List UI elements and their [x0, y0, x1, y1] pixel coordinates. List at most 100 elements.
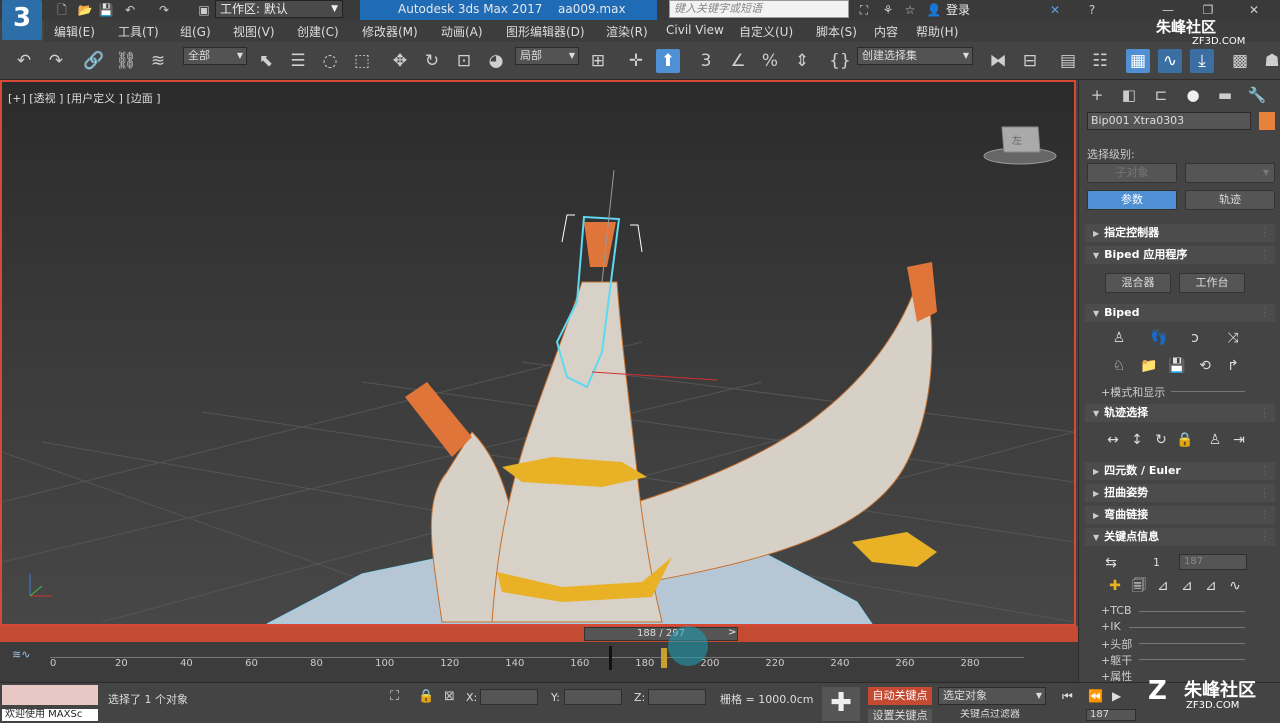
rollout-twist-poses[interactable]: ▶ 扭曲姿势 ⋮: [1085, 484, 1275, 502]
star-icon[interactable]: ☆: [902, 2, 918, 18]
save-file-icon[interactable]: 💾: [1167, 356, 1187, 376]
sub-object-dropdown[interactable]: ▼: [1185, 163, 1275, 183]
redo-icon[interactable]: ↷: [44, 49, 68, 73]
go-to-start-icon[interactable]: ⏮: [1062, 689, 1073, 704]
utilities-tab-icon[interactable]: 🔧: [1245, 84, 1269, 106]
undo-icon[interactable]: ↶: [122, 2, 138, 18]
auto-key-button[interactable]: 自动关键点: [868, 687, 932, 705]
body-label[interactable]: +躯干: [1101, 652, 1132, 668]
rollout-biped-apps[interactable]: ▼ Biped 应用程序 ⋮: [1085, 246, 1275, 264]
mixer-button[interactable]: 混合器: [1105, 273, 1171, 293]
help-icon[interactable]: ?: [1084, 2, 1100, 18]
modes-display-label[interactable]: +模式和显示: [1101, 384, 1165, 400]
z-coord-field[interactable]: [648, 689, 706, 705]
redo-icon[interactable]: ↷: [156, 2, 172, 18]
login-link[interactable]: 登录: [946, 1, 970, 18]
track-bar[interactable]: ≋∿ 0 20 40 60 80 100 120 140 160 180 200 220 240 260 2…: [0, 626, 1078, 682]
mirror-icon[interactable]: ⧓: [986, 49, 1010, 73]
binoculars-icon[interactable]: ⛶: [856, 2, 872, 18]
window-crossing-icon[interactable]: ⬚: [350, 49, 374, 73]
menu-content[interactable]: 内容: [874, 23, 898, 40]
params-button[interactable]: 参数: [1087, 190, 1177, 210]
rollout-quaternion-euler[interactable]: ▶ 四元数 / Euler ⋮: [1085, 462, 1275, 480]
workbench-button[interactable]: 工作台: [1179, 273, 1245, 293]
modify-tab-icon[interactable]: ◧: [1117, 84, 1141, 106]
bind-space-warp-icon[interactable]: ≋: [146, 49, 170, 73]
ribbon-toggle-icon[interactable]: ▦: [1126, 49, 1150, 73]
track-button[interactable]: 轨迹: [1185, 190, 1275, 210]
schematic-view-icon[interactable]: ⤓: [1190, 49, 1214, 73]
curve-editor-mini-icon[interactable]: ≋∿: [12, 648, 30, 661]
delete-key-icon[interactable]: 🗐: [1129, 576, 1149, 596]
save-icon[interactable]: 💾: [98, 2, 114, 18]
perspective-viewport[interactable]: [+] [透视 ] [用户定义 ] [边面 ] 左: [0, 80, 1076, 626]
exchange-icon[interactable]: ✕: [1047, 2, 1063, 18]
menu-views[interactable]: 视图(V): [233, 23, 275, 40]
key-frame-spinner[interactable]: 187: [1179, 554, 1247, 570]
biped-playback-icon[interactable]: ♘: [1109, 356, 1129, 376]
rollout-key-info[interactable]: ▼ 关键点信息 ⋮: [1085, 528, 1275, 546]
tcb-label[interactable]: +TCB: [1101, 604, 1132, 617]
rollout-track-selection[interactable]: ▼ 轨迹选择 ⋮: [1085, 404, 1275, 422]
center-column-mesh[interactable]: [491, 281, 663, 623]
app-logo[interactable]: 3: [2, 0, 42, 40]
next-frame-icon[interactable]: >: [728, 627, 736, 638]
menu-graph-editors[interactable]: 图形编辑器(D): [506, 23, 585, 40]
scale-icon[interactable]: ⊡: [452, 49, 476, 73]
rollout-bend-links[interactable]: ▶ 弯曲链接 ⋮: [1085, 506, 1275, 524]
create-tab-icon[interactable]: +: [1085, 84, 1109, 106]
opposite-icon[interactable]: ⇥: [1229, 430, 1249, 450]
body-horizontal-icon[interactable]: ↔: [1103, 430, 1123, 450]
prev-next-key-icon[interactable]: ⇆: [1101, 553, 1121, 573]
workspace-dropdown[interactable]: 工作区: 默认 ▼: [215, 0, 343, 18]
key-filters-button[interactable]: 关键点过滤器: [960, 709, 1046, 721]
display-tab-icon[interactable]: ▬: [1213, 84, 1237, 106]
menu-civil-view[interactable]: Civil View: [666, 23, 724, 37]
right-joint-bone[interactable]: [852, 532, 937, 567]
set-key-button[interactable]: 设置关键点: [868, 709, 932, 723]
object-name-field[interactable]: Bip001 Xtra0303: [1087, 112, 1251, 130]
link-icon[interactable]: 🔗: [82, 49, 106, 73]
body-vertical-icon[interactable]: ↕: [1127, 430, 1147, 450]
close-icon[interactable]: ✕: [1246, 2, 1262, 18]
x-coord-field[interactable]: [480, 689, 538, 705]
keyframe-marker[interactable]: [661, 648, 667, 668]
menu-animation[interactable]: 动画(A): [441, 23, 483, 40]
snap-toggle-icon[interactable]: 3: [694, 49, 718, 73]
footstep-mode-icon[interactable]: 👣: [1149, 328, 1169, 348]
lock-cob-icon[interactable]: 🔒: [1175, 430, 1195, 450]
menu-scripting[interactable]: 脚本(S): [816, 23, 857, 40]
named-sets-icon[interactable]: {}: [828, 49, 852, 73]
percent-snap-icon[interactable]: %: [758, 49, 782, 73]
menu-group[interactable]: 组(G): [180, 23, 211, 40]
convert-icon[interactable]: ⟲: [1195, 356, 1215, 376]
figure-mode-icon[interactable]: ♙: [1109, 328, 1129, 348]
sub-object-button[interactable]: 子对象: [1087, 163, 1177, 183]
body-rotation-icon[interactable]: ↻: [1151, 430, 1171, 450]
add-time-tag-icon[interactable]: ✚: [822, 687, 860, 721]
search-input[interactable]: 键入关键字或短语: [669, 0, 849, 18]
set-free-key-icon[interactable]: ⊿: [1201, 576, 1221, 596]
place-icon[interactable]: ◕: [484, 49, 508, 73]
layer-explorer-icon[interactable]: ☷: [1088, 49, 1112, 73]
user-icon[interactable]: 👤: [926, 2, 942, 18]
absolute-mode-icon[interactable]: ⊠: [444, 689, 455, 704]
set-planted-key-icon[interactable]: ⊿: [1153, 576, 1173, 596]
rollout-assign-controller[interactable]: ▶ 指定控制器 ⋮: [1085, 224, 1275, 242]
curve-editor-icon[interactable]: ∿: [1158, 49, 1182, 73]
select-object-icon[interactable]: ⬉: [254, 49, 278, 73]
key-mode-dropdown[interactable]: 选定对象 ▼: [938, 687, 1046, 705]
set-key-icon[interactable]: ✚: [1105, 576, 1125, 596]
new-file-icon[interactable]: 🗋: [54, 2, 70, 18]
symmetrical-icon[interactable]: ♙: [1205, 430, 1225, 450]
top-bone[interactable]: [584, 222, 616, 267]
material-editor-icon[interactable]: ▩: [1228, 49, 1252, 73]
reference-coord-dropdown[interactable]: 局部 ▼: [515, 47, 579, 65]
maxscript-listener[interactable]: [2, 685, 98, 705]
motion-flow-icon[interactable]: ↄ: [1185, 328, 1205, 348]
current-frame-field[interactable]: 187: [1086, 709, 1136, 721]
named-selection-sets-dropdown[interactable]: 创建选择集 ▼: [857, 47, 973, 65]
render-setup-icon[interactable]: ☗: [1260, 49, 1280, 73]
select-manipulate-icon[interactable]: ✛: [624, 49, 648, 73]
select-by-name-icon[interactable]: ☰: [286, 49, 310, 73]
